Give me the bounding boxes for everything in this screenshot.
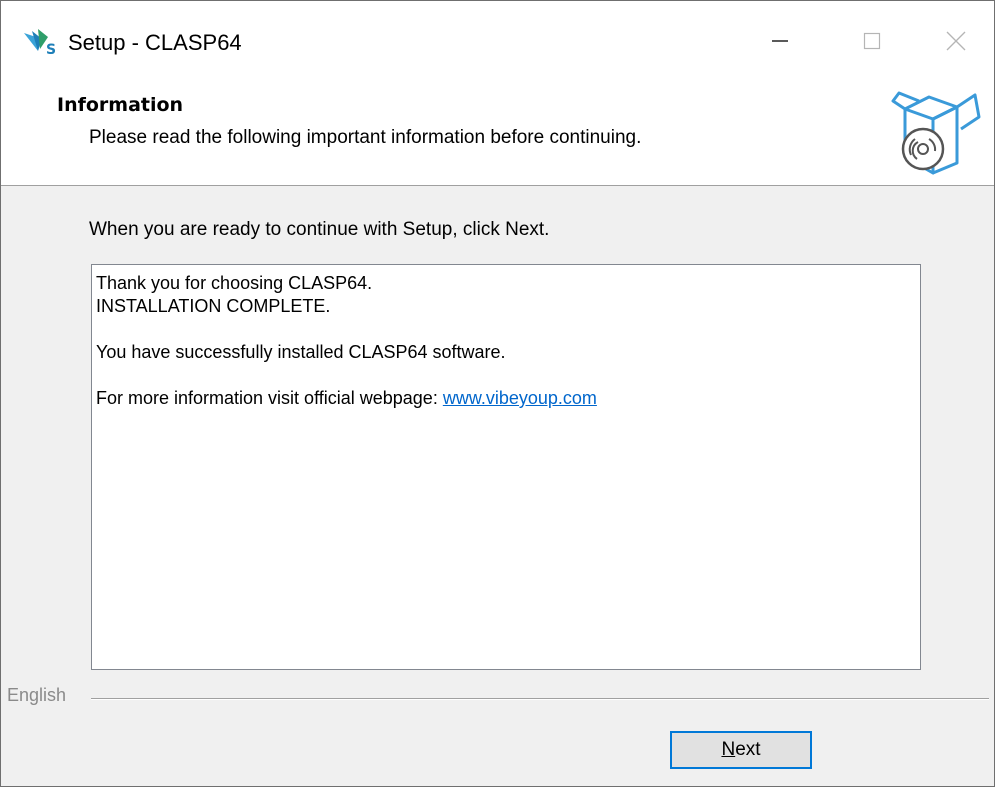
memo-blank-line [96,318,916,341]
maximize-button[interactable] [826,1,918,85]
setup-window: S Setup - CLASP64 Information Please rea… [0,0,995,787]
information-memo[interactable]: Thank you for choosing CLASP64. INSTALLA… [91,264,921,670]
separator-line [91,698,989,700]
memo-info-prefix: For more information visit official webp… [96,388,443,408]
wizard-header: Information Please read the following im… [1,85,994,186]
maximize-icon [862,31,882,56]
minimize-icon [770,31,790,56]
language-label: English [7,685,73,706]
webpage-link[interactable]: www.vibeyoup.com [443,388,597,408]
minimize-button[interactable] [734,1,826,85]
language-separator: English [1,685,994,711]
svg-text:S: S [46,42,56,57]
memo-blank-line [96,364,916,387]
title-bar[interactable]: S Setup - CLASP64 [1,1,994,85]
close-icon [945,30,967,57]
memo-line-info: For more information visit official webp… [96,387,916,410]
next-button-label: Next [721,739,761,760]
app-logo-icon: S [22,27,62,58]
memo-line-thanks: Thank you for choosing CLASP64. [96,273,373,293]
page-subtitle: Please read the following important info… [89,127,642,148]
next-button[interactable]: Next [670,731,812,769]
memo-line-success: You have successfully installed CLASP64 … [96,342,506,362]
close-button[interactable] [918,1,994,85]
memo-line-complete: INSTALLATION COMPLETE. [96,296,331,316]
install-box-icon [889,87,985,183]
window-title: Setup - CLASP64 [68,30,242,55]
page-title: Information [57,94,184,116]
intro-text: When you are ready to continue with Setu… [89,219,550,240]
